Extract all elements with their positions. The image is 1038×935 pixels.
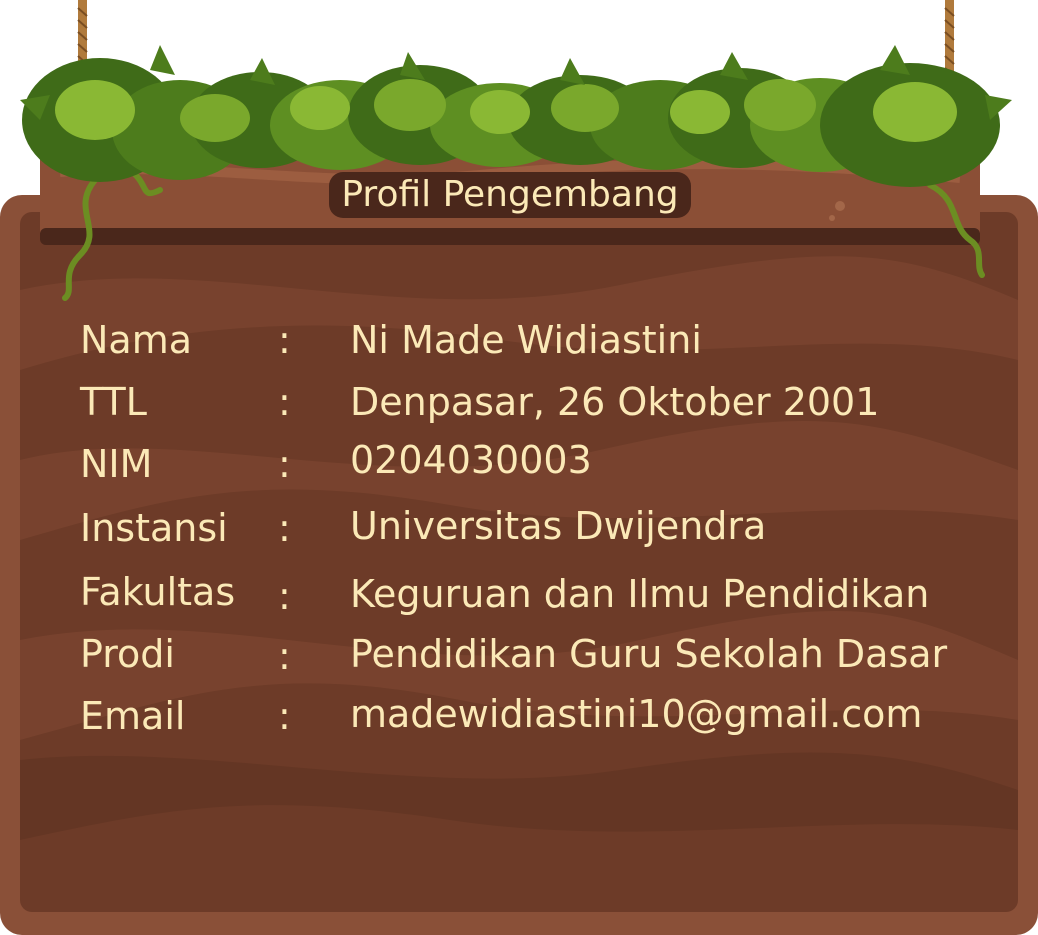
field-label-instansi: Instansi [80,506,228,550]
field-label-fakultas: Fakultas [80,570,236,614]
wooden-board [0,195,1038,935]
field-separator: : [278,634,291,678]
page-title-text: Profil Pengembang [329,172,691,218]
field-value-instansi: Universitas Dwijendra [350,504,767,548]
field-label-nim: NIM [80,442,153,486]
field-value-ttl: Denpasar, 26 Oktober 2001 [350,380,880,424]
field-value-email: madewidiastini10@gmail.com [350,692,923,736]
field-separator: : [278,380,291,424]
field-value-nama: Ni Made Widiastini [350,318,702,362]
field-label-nama: Nama [80,318,193,362]
field-label-ttl: TTL [80,380,147,424]
field-separator: : [278,574,291,618]
field-value-fakultas: Keguruan dan Ilmu Pendidikan [350,572,930,616]
field-value-nim: 0204030003 [350,438,592,482]
field-label-prodi: Prodi [80,632,175,676]
field-separator: : [278,318,291,362]
field-separator: : [278,506,291,550]
field-label-email: Email [80,694,186,738]
foliage [20,45,1012,187]
page-title: Profil Pengembang [0,172,1020,218]
field-value-prodi: Pendidikan Guru Sekolah Dasar [350,632,948,676]
field-separator: : [278,442,291,486]
field-separator: : [278,694,291,738]
